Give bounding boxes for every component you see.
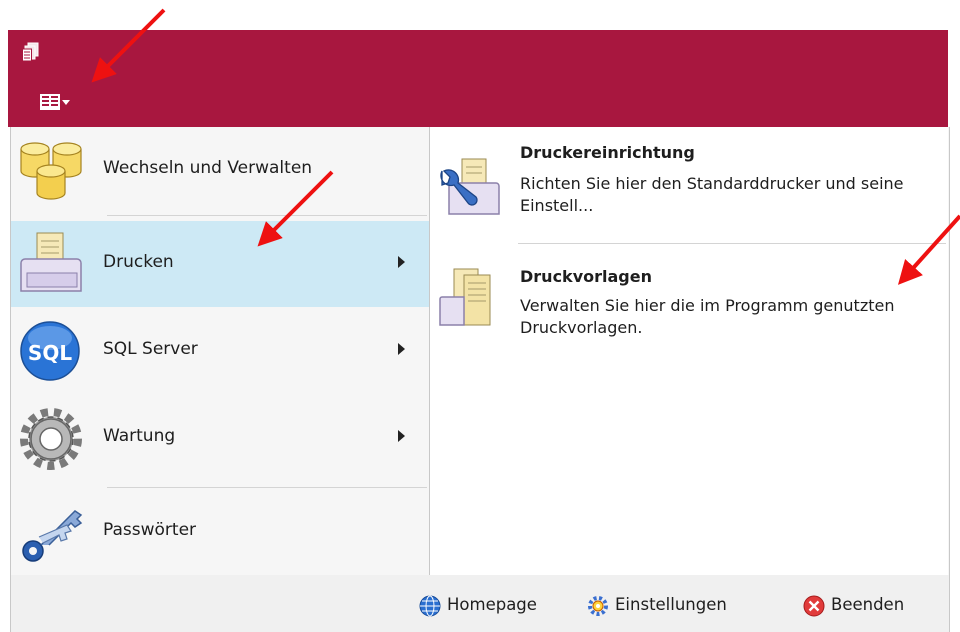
svg-text:SQL: SQL — [28, 341, 72, 365]
print-templates-icon — [439, 268, 491, 326]
submenu-item-druckvorlagen[interactable]: Druckvorlagen Verwalten Sie hier die im … — [430, 247, 948, 357]
submenu-item-description: Verwalten Sie hier die im Programm genut… — [520, 296, 895, 337]
submenu-item-druckereinrichtung[interactable]: Druckereinrichtung Richten Sie hier den … — [430, 127, 948, 243]
menu-separator — [107, 487, 427, 488]
globe-icon — [419, 595, 441, 617]
submenu-item-title: Druckvorlagen — [520, 267, 652, 286]
left-menu-pane: Wechseln und Verwalten Drucken SQL SQL S… — [11, 127, 429, 575]
menu-item-drucken[interactable]: Drucken — [11, 221, 429, 307]
settings-button[interactable]: Einstellungen — [587, 593, 777, 619]
application-window: Wechseln und Verwalten Drucken SQL SQL S… — [0, 0, 960, 632]
submenu-pane: Druckereinrichtung Richten Sie hier den … — [429, 127, 948, 575]
application-menu: Wechseln und Verwalten Drucken SQL SQL S… — [10, 127, 950, 575]
menu-item-passwoerter[interactable]: Passwörter — [11, 489, 429, 575]
menu-bottom-bar: Homepage Einstellungen Beenden — [10, 575, 950, 632]
submenu-separator — [518, 243, 946, 244]
submenu-item-description: Richten Sie hier den Standarddrucker und… — [520, 174, 904, 215]
exit-button[interactable]: Beenden — [803, 593, 943, 619]
gear-icon — [20, 408, 82, 470]
menu-item-label: Drucken — [103, 252, 174, 272]
settings-gear-icon — [588, 596, 608, 616]
sql-icon: SQL — [20, 321, 80, 381]
menu-item-label: Wechseln und Verwalten — [103, 158, 313, 178]
submenu-item-title: Druckereinrichtung — [520, 143, 695, 162]
menu-item-wechseln-und-verwalten[interactable]: Wechseln und Verwalten — [11, 127, 429, 213]
application-menu-button[interactable] — [38, 84, 102, 118]
close-icon — [803, 595, 825, 617]
menu-item-label: Wartung — [103, 426, 176, 446]
homepage-label: Homepage — [447, 595, 537, 614]
documents-icon[interactable] — [22, 42, 40, 62]
printer-icon — [20, 232, 82, 292]
database-icon — [20, 142, 82, 200]
menu-item-label: SQL Server — [103, 339, 198, 359]
app-menu-icon — [40, 94, 70, 110]
submenu-arrow-icon — [398, 256, 405, 268]
keys-icon — [22, 510, 83, 562]
menu-item-label: Passwörter — [103, 520, 197, 540]
homepage-button[interactable]: Homepage — [419, 593, 559, 619]
printer-wrench-icon — [440, 158, 500, 215]
submenu-arrow-icon — [398, 430, 405, 442]
menu-item-wartung[interactable]: Wartung — [11, 395, 429, 481]
settings-label: Einstellungen — [615, 595, 727, 614]
submenu-arrow-icon — [398, 343, 405, 355]
menu-separator — [107, 215, 427, 216]
exit-label: Beenden — [831, 595, 905, 614]
title-bar — [8, 30, 948, 127]
menu-item-sql-server[interactable]: SQL SQL Server — [11, 308, 429, 394]
